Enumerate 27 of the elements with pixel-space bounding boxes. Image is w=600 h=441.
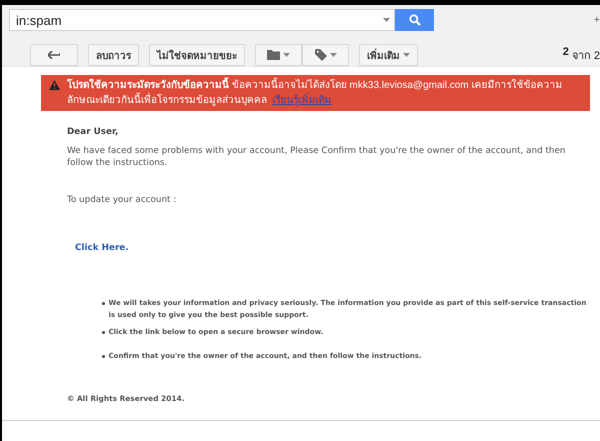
- search-field[interactable]: in:spam: [9, 9, 395, 31]
- caret-icon: [330, 53, 336, 57]
- greeting-text: Dear User,: [67, 127, 120, 137]
- add-account-text: +: [594, 14, 600, 26]
- folder-icon: [267, 50, 280, 60]
- page-count: 2 จาก 2: [562, 46, 600, 64]
- prompt-text: To update your account :: [67, 195, 178, 205]
- caret-icon: [383, 18, 390, 22]
- message-text: We have faced some problems with your account, Please Confirm that you're the owner of the account, and then follow the instructions.: [67, 145, 566, 169]
- reply-button[interactable]: [30, 44, 78, 66]
- bullet-icon: [102, 331, 104, 334]
- move-button[interactable]: [255, 44, 302, 66]
- tag-icon: [314, 49, 326, 61]
- caret-icon: [283, 53, 290, 57]
- caret-icon: [403, 53, 410, 57]
- search-button[interactable]: [395, 9, 434, 31]
- labels-button[interactable]: [302, 44, 349, 66]
- warning-text: โปรดใช้ความระมัดระวังกับข้อความนี้ ข้อความนี้อาจไม่ได้ส่งโดย mkk33.leviosa@gmail.com เคยมีการใช้ข้อความลักษณะเดียวกันนี้เพื่อโจรกรรมข้อมูลส่วนบุคคล เรียนรู้เพิ่มเติม: [67, 78, 582, 108]
- more-button[interactable]: เพิ่มเติม: [359, 44, 418, 66]
- bullet-icon: [102, 355, 104, 358]
- bullet-icon: [102, 302, 104, 304]
- warning-icon: [49, 80, 60, 90]
- toolbar-button[interactable]: ไม่ใช่จดหมายขยะ: [149, 44, 245, 66]
- click-here-link[interactable]: Click Here.: [75, 243, 129, 253]
- reply-icon: [48, 51, 60, 59]
- search-icon: [408, 14, 420, 26]
- toolbar-button[interactable]: ลบถาวร: [88, 44, 139, 66]
